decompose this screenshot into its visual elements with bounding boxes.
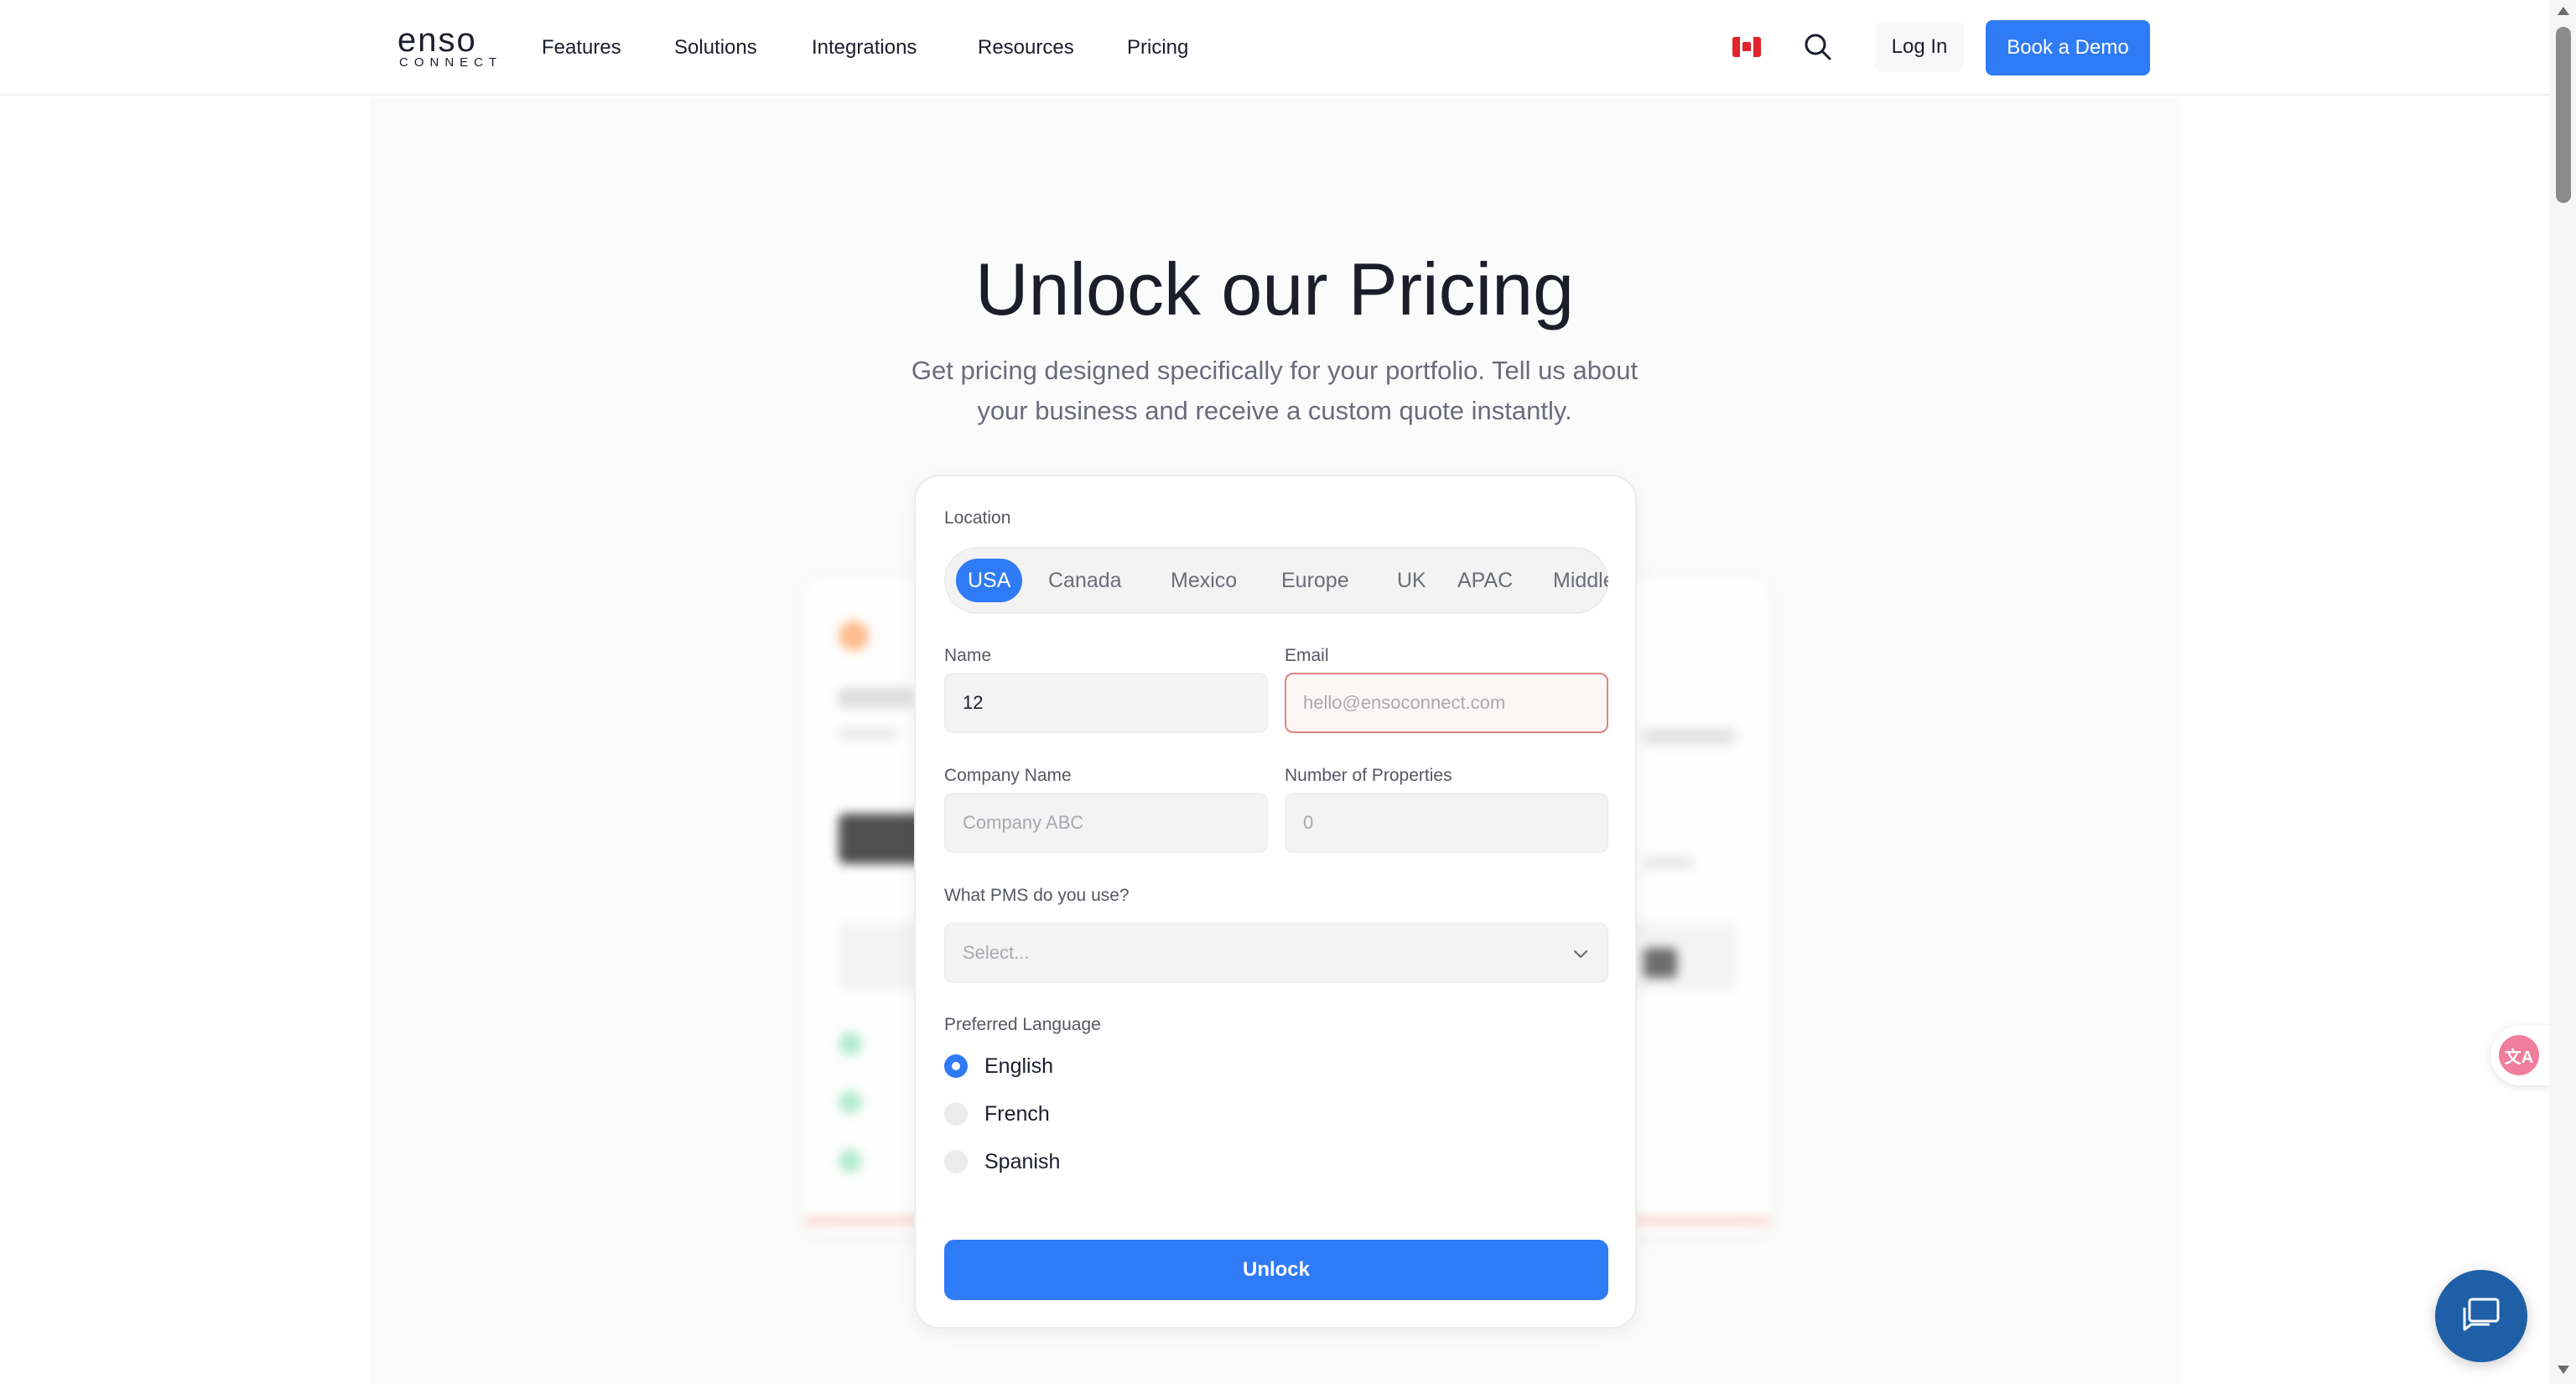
translate-widget[interactable]: 文A xyxy=(2490,1025,2551,1085)
location-tab-usa[interactable]: USA xyxy=(956,559,1023,602)
nav-resources[interactable]: Resources xyxy=(978,34,1074,62)
location-tab-mexico[interactable]: Mexico xyxy=(1171,559,1237,602)
language-option-english[interactable]: English xyxy=(944,1052,1053,1080)
radio-unchecked-icon[interactable] xyxy=(944,1150,968,1173)
properties-input[interactable]: 0 xyxy=(1285,793,1608,853)
scroll-down-arrow-icon[interactable] xyxy=(2558,1366,2569,1374)
page-title: Unlock our Pricing xyxy=(974,247,1575,330)
nav-pricing[interactable]: Pricing xyxy=(1127,34,1188,62)
language-option-label: French xyxy=(984,1101,1050,1126)
language-label: Preferred Language xyxy=(944,1015,1101,1034)
search-icon[interactable] xyxy=(1801,30,1835,64)
pricing-form: Location USA Canada Mexico Europe UK APA… xyxy=(914,475,1637,1329)
location-tab-canada[interactable]: Canada xyxy=(1048,559,1122,602)
name-input[interactable]: 12 xyxy=(944,673,1268,733)
logo-sub: CONNECT xyxy=(399,55,503,70)
nav-integrations[interactable]: Integrations xyxy=(812,34,917,62)
pms-select-value: Select... xyxy=(963,942,1030,963)
logo-word: enso xyxy=(397,22,477,59)
pms-label: What PMS do you use? xyxy=(944,886,1130,905)
pms-select[interactable]: Select... xyxy=(944,923,1608,983)
chat-icon xyxy=(2463,1298,2500,1331)
page-scrollbar[interactable] xyxy=(2549,0,2576,1384)
scroll-thumb[interactable] xyxy=(2556,27,2571,203)
language-option-french[interactable]: French xyxy=(944,1100,1050,1128)
location-tab-middle[interactable]: Middle xyxy=(1553,559,1608,602)
login-button[interactable]: Log In xyxy=(1875,22,1964,72)
email-input[interactable]: hello@ensoconnect.com xyxy=(1285,673,1608,733)
company-name-label: Company Name xyxy=(944,766,1072,785)
radio-unchecked-icon[interactable] xyxy=(944,1102,968,1126)
location-selector: USA Canada Mexico Europe UK APAC Middle xyxy=(944,547,1608,614)
nav-features[interactable]: Features xyxy=(542,34,621,62)
properties-label: Number of Properties xyxy=(1285,766,1452,785)
company-name-input[interactable]: Company ABC xyxy=(944,793,1268,853)
language-option-label: English xyxy=(984,1054,1053,1078)
location-tab-uk[interactable]: UK xyxy=(1397,559,1426,602)
name-label: Name xyxy=(944,646,992,665)
chevron-down-icon xyxy=(1573,950,1588,959)
unlock-button[interactable]: Unlock xyxy=(944,1240,1608,1300)
location-tab-europe[interactable]: Europe xyxy=(1281,559,1349,602)
location-tab-apac[interactable]: APAC xyxy=(1457,559,1513,602)
radio-checked-icon[interactable] xyxy=(944,1054,968,1078)
chat-button[interactable] xyxy=(2435,1270,2527,1362)
enso-connect-logo[interactable]: enso CONNECT xyxy=(397,22,503,70)
book-demo-button[interactable]: Book a Demo xyxy=(1986,20,2150,75)
scroll-up-arrow-icon[interactable] xyxy=(2558,7,2569,15)
page-subtitle: Get pricing designed specifically for yo… xyxy=(911,356,1639,425)
email-label: Email xyxy=(1285,646,1329,665)
language-option-spanish[interactable]: Spanish xyxy=(944,1147,1060,1176)
language-option-label: Spanish xyxy=(984,1149,1061,1173)
nav-solutions[interactable]: Solutions xyxy=(674,34,757,62)
site-header: enso CONNECT Features Solutions Integrat… xyxy=(0,0,2549,96)
location-label: Location xyxy=(944,508,1011,528)
translate-icon[interactable]: 文A xyxy=(2499,1035,2539,1075)
canada-flag-icon[interactable] xyxy=(1732,37,1761,57)
